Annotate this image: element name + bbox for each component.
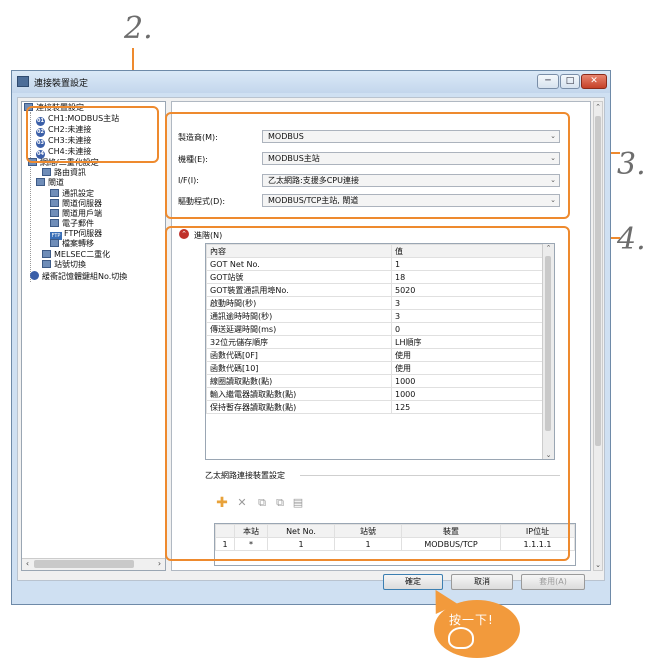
cancel-button[interactable]: 取消	[451, 574, 513, 590]
callout-2-highlight	[26, 106, 159, 163]
melsec-icon	[42, 250, 51, 258]
file-transfer-icon	[50, 239, 59, 247]
tree-station-switch-label: 站號切換	[54, 260, 86, 269]
server-icon	[50, 199, 59, 207]
settings-tree[interactable]: 連接裝置設定 01 CH1:MODBUS主站 02 CH2:未連接 03 CH3:未連…	[21, 101, 166, 571]
gateway-icon	[36, 178, 45, 186]
comm-icon	[50, 189, 59, 197]
email-icon	[50, 219, 59, 227]
tree-comm-label: 通訊設定	[62, 189, 94, 198]
tree-gw-server[interactable]: 閘道伺服器	[50, 199, 102, 209]
callout-4-highlight	[165, 226, 570, 561]
scroll-up-icon[interactable]: ⌃	[594, 102, 602, 112]
click-hint-bubble	[434, 600, 520, 658]
station-icon	[42, 260, 51, 268]
tree-station-switch[interactable]: 站號切換	[42, 260, 86, 270]
tree-file-transfer-label: 檔案轉移	[62, 239, 94, 248]
click-hint-text: 按一下!	[449, 613, 494, 627]
routing-icon	[42, 168, 51, 176]
buffer-icon	[30, 271, 39, 280]
tree-gw-client-label: 閘道用戶端	[62, 209, 102, 218]
tree-comm[interactable]: 通訊設定	[50, 189, 94, 199]
tree-ftp-label: FTP伺服器	[64, 229, 103, 238]
callout-2: 2.	[124, 11, 153, 46]
tree-melsec[interactable]: MELSEC二重化	[42, 250, 110, 260]
tree-gateway[interactable]: 閘道	[36, 178, 64, 188]
tree-buffer-memory[interactable]: 緩衝記憶體鍵組No.切換	[30, 271, 127, 282]
hand-pointer-icon	[448, 627, 474, 649]
scroll-left-icon[interactable]: ‹	[22, 559, 33, 569]
callout-3: 3.	[617, 147, 646, 182]
close-button[interactable]: ✕	[581, 74, 607, 89]
scroll-thumb[interactable]	[595, 116, 601, 446]
apply-button[interactable]: 套用(A)	[521, 574, 585, 590]
tree-email[interactable]: 電子郵件	[50, 219, 94, 229]
minimize-button[interactable]: ─	[537, 74, 559, 89]
tree-routing-label: 路由資訊	[54, 168, 86, 177]
tree-buffer-memory-label: 緩衝記憶體鍵組No.切換	[42, 272, 128, 281]
tree-gateway-label: 閘道	[48, 178, 64, 187]
tree-email-label: 電子郵件	[62, 219, 94, 228]
app-icon	[17, 76, 29, 87]
tree-gw-client[interactable]: 閘道用戶端	[50, 209, 102, 219]
callout-3-highlight	[165, 112, 570, 219]
scroll-right-icon[interactable]: ›	[154, 559, 165, 569]
scroll-down-icon[interactable]: ⌄	[594, 560, 602, 570]
tree-gw-server-label: 閘道伺服器	[62, 199, 102, 208]
tree-routing[interactable]: 路由資訊	[42, 168, 86, 178]
client-icon	[50, 209, 59, 217]
tree-file-transfer[interactable]: 檔案轉移	[50, 239, 94, 249]
callout-4: 4.	[617, 222, 646, 257]
title-bar: 連接裝置設定 ─ □ ✕	[12, 71, 610, 93]
maximize-button[interactable]: □	[560, 74, 580, 89]
tree-melsec-label: MELSEC二重化	[54, 250, 111, 259]
scroll-thumb[interactable]	[34, 560, 134, 568]
ok-button[interactable]: 確定	[383, 574, 443, 590]
tree-horizontal-scrollbar[interactable]: ‹ ›	[22, 558, 165, 570]
panel-vertical-scrollbar[interactable]: ⌃ ⌄	[593, 101, 603, 571]
window-title: 連接裝置設定	[34, 79, 89, 89]
